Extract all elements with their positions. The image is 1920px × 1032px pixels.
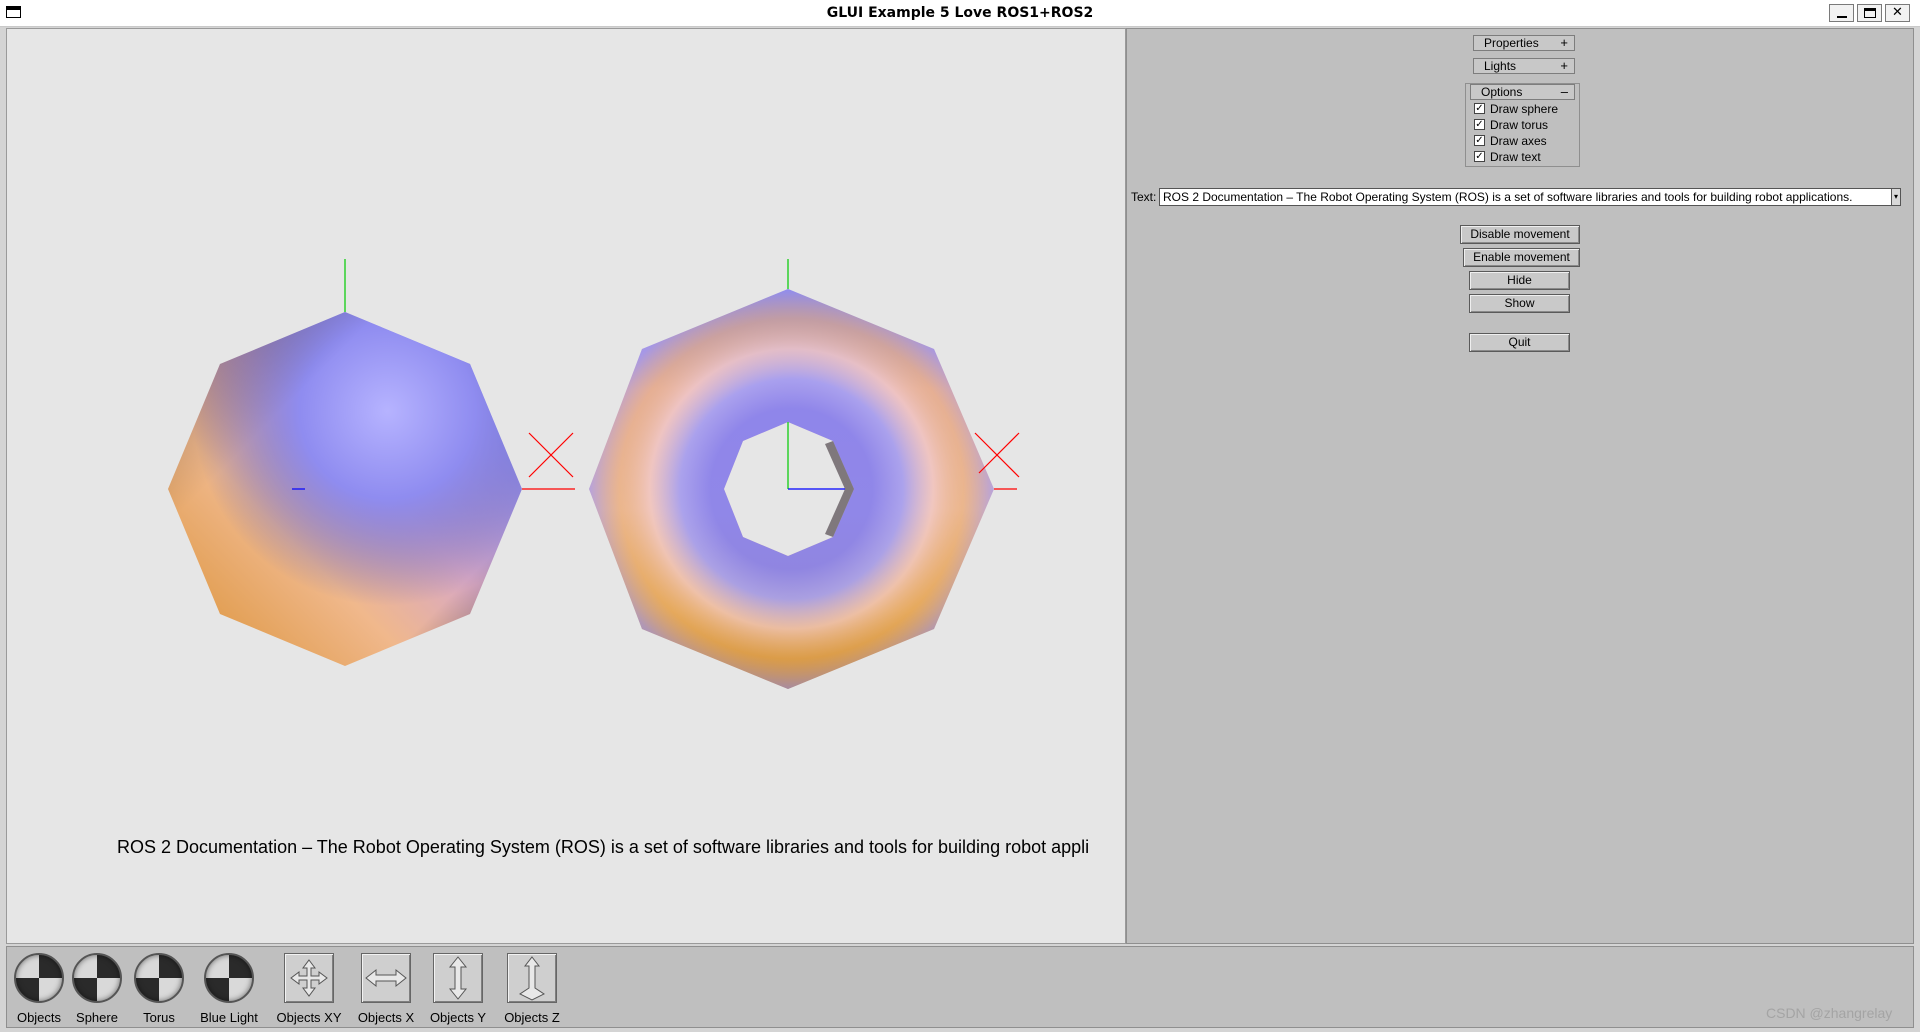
checkbox-checked-icon[interactable]: ✓: [1474, 151, 1485, 162]
collapse-icon: –: [1560, 84, 1568, 99]
close-button[interactable]: ✕: [1885, 4, 1910, 22]
text-input[interactable]: ROS 2 Documentation – The Robot Operatin…: [1159, 188, 1895, 206]
minimize-button[interactable]: [1829, 4, 1854, 22]
bottom-toolbar: Objects Sphere Torus Blue Light Objects …: [6, 946, 1914, 1028]
disable-movement-button[interactable]: Disable movement: [1460, 225, 1580, 244]
expand-icon: +: [1560, 58, 1568, 73]
expand-icon: +: [1560, 35, 1568, 50]
rotation-ball-icon[interactable]: [134, 953, 184, 1003]
minimize-icon: [1837, 16, 1847, 18]
move-z-glyph: [519, 956, 545, 1001]
scene-canvas: [168, 259, 1020, 689]
lights-rollout[interactable]: Lights +: [1473, 58, 1575, 74]
move-z-icon[interactable]: [507, 953, 557, 1003]
checkbox-checked-icon[interactable]: ✓: [1474, 119, 1485, 130]
window-title: GLUI Example 5 Love ROS1+ROS2: [826, 5, 1094, 21]
text-scroll-icon[interactable]: ▾: [1891, 188, 1901, 206]
rotation-ball-icon[interactable]: [204, 953, 254, 1003]
lights-label: Lights: [1484, 59, 1517, 73]
checkbox-checked-icon[interactable]: ✓: [1474, 103, 1485, 114]
scene-text: ROS 2 Documentation – The Robot Operatin…: [117, 837, 1090, 857]
sphere-object: [168, 259, 575, 666]
rotation-ball-icon[interactable]: [14, 953, 64, 1003]
properties-label: Properties: [1484, 36, 1539, 50]
show-button[interactable]: Show: [1469, 294, 1570, 313]
move-x-glyph: [365, 968, 407, 988]
options-rollout[interactable]: Options –: [1470, 84, 1575, 100]
close-icon: ✕: [1892, 5, 1903, 20]
control-panel: Properties + Lights + Options – ✓ Draw s…: [1126, 28, 1914, 944]
torus-object: [589, 259, 1020, 689]
move-xy-icon[interactable]: [284, 953, 334, 1003]
enable-movement-button[interactable]: Enable movement: [1463, 248, 1580, 267]
maximize-icon: [1864, 8, 1876, 18]
move-xy-glyph: [290, 959, 328, 997]
gl-viewport[interactable]: ROS 2 Documentation – The Robot Operatin…: [6, 28, 1126, 944]
text-field-label: Text:: [1131, 190, 1157, 204]
move-y-icon[interactable]: [433, 953, 483, 1003]
checkbox-checked-icon[interactable]: ✓: [1474, 135, 1485, 146]
title-bar: GLUI Example 5 Love ROS1+ROS2 ✕: [0, 0, 1920, 27]
properties-rollout[interactable]: Properties +: [1473, 35, 1575, 51]
maximize-button[interactable]: [1857, 4, 1882, 22]
hide-button[interactable]: Hide: [1469, 271, 1570, 290]
quit-button[interactable]: Quit: [1469, 333, 1570, 352]
watermark: CSDN @zhangrelay: [1766, 1005, 1893, 1021]
rotation-ball-icon[interactable]: [72, 953, 122, 1003]
move-x-icon[interactable]: [361, 953, 411, 1003]
options-label: Options: [1481, 85, 1523, 99]
options-rollout-panel: Options – ✓ Draw sphere ✓ Draw torus ✓ D…: [1465, 83, 1580, 167]
move-y-glyph: [448, 956, 468, 1000]
